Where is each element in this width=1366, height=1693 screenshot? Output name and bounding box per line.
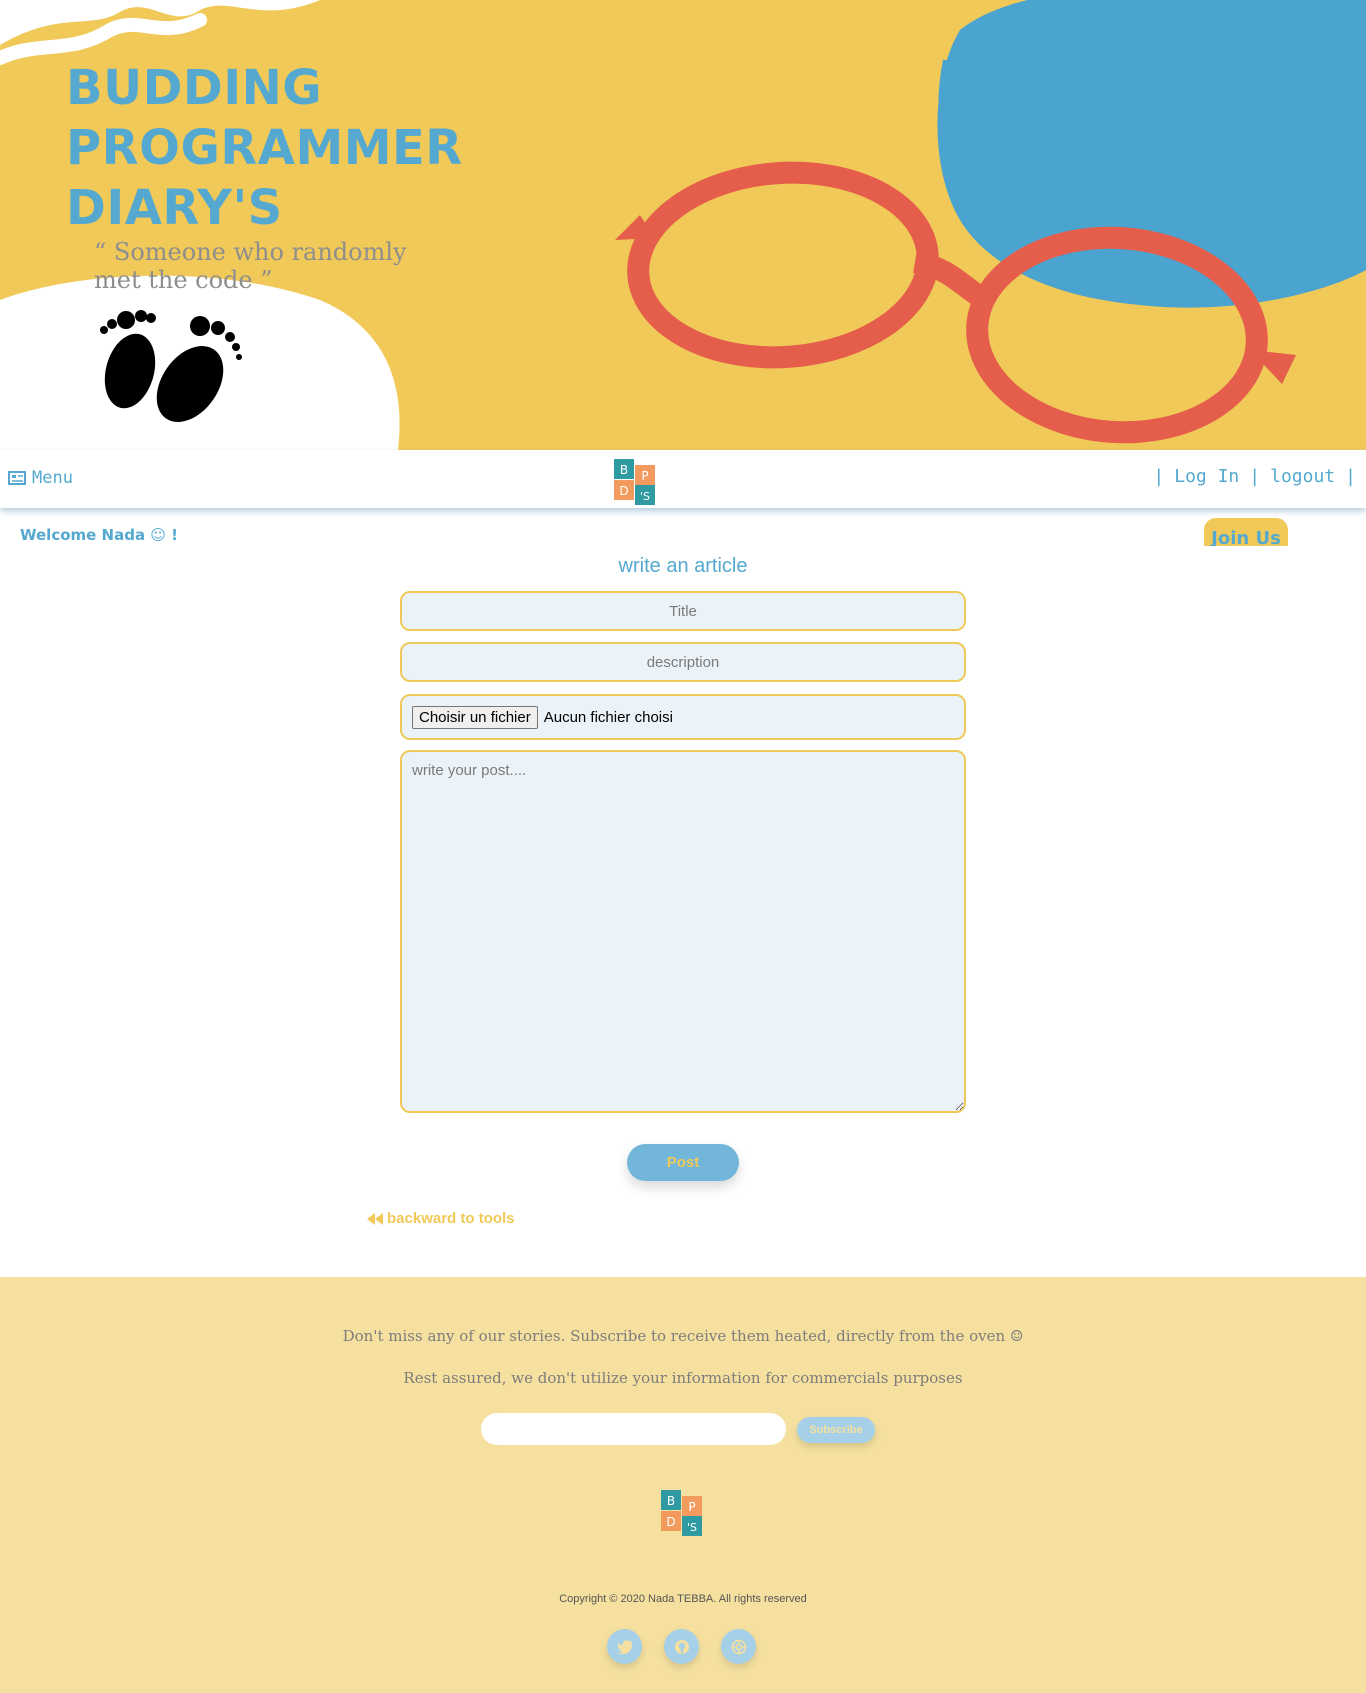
join-us-tab[interactable]: Join Us — [1204, 518, 1288, 546]
github-link[interactable] — [664, 1629, 699, 1664]
separator: | — [1249, 466, 1261, 487]
twitter-link[interactable] — [607, 1629, 642, 1664]
website-icon — [731, 1639, 746, 1654]
logout-link[interactable]: logout — [1270, 466, 1335, 487]
separator: | — [1345, 466, 1356, 487]
newspaper-icon — [8, 471, 26, 485]
logo-letter-d: D — [666, 1515, 675, 1529]
logo-letter-p: P — [688, 1500, 695, 1514]
site-title: BUDDING PROGRAMMER DIARY'S — [66, 60, 463, 236]
file-field: Choisir un fichier Aucun fichier choisi — [400, 694, 966, 740]
copyright-text: Copyright © 2020 Nada TEBBA. All rights … — [559, 1593, 807, 1605]
login-link[interactable]: Log In — [1174, 466, 1239, 487]
privacy-note: Rest assured, we don't utilize your info… — [403, 1369, 963, 1387]
form-title: write an article — [618, 555, 748, 577]
auth-links: | Log In | logout | — [1153, 466, 1356, 487]
site-tagline: “ Someone who randomly met the code ” — [94, 238, 407, 294]
logo-letter-p: P — [641, 469, 648, 483]
logo-letter-s: 'S — [687, 1521, 697, 1534]
github-icon — [674, 1639, 689, 1654]
logo-letter-b: B — [667, 1494, 675, 1508]
website-link[interactable] — [721, 1629, 756, 1664]
fast-backward-icon — [367, 1212, 383, 1225]
file-status: Aucun fichier choisi — [543, 708, 673, 726]
separator: | — [1153, 466, 1165, 487]
logo-letter-d: D — [619, 484, 628, 498]
footer: Don't miss any of our stories. Subscribe… — [0, 1277, 1366, 1693]
footer-logo: B P D 'S — [661, 1490, 702, 1536]
subscribe-button[interactable]: Subscribe — [797, 1417, 875, 1443]
top-navbar: Menu B P D 'S | Log In | logout | — [0, 450, 1366, 508]
footprints-icon — [100, 310, 242, 422]
menu-label: Menu — [32, 468, 73, 488]
choose-file-button[interactable]: Choisir un fichier — [412, 705, 538, 729]
menu-button[interactable]: Menu — [8, 468, 73, 488]
twitter-icon — [616, 1639, 633, 1654]
backward-to-tools-link[interactable]: backward to tools — [367, 1210, 515, 1227]
welcome-message: Welcome Nada ☺ ! — [20, 526, 179, 544]
back-link-label: backward to tools — [387, 1210, 515, 1227]
logo-letter-s: 'S — [640, 490, 650, 503]
subscribe-pitch: Don't miss any of our stories. Subscribe… — [342, 1327, 1024, 1345]
hero-banner: BUDDING PROGRAMMER DIARY'S “ Someone who… — [0, 0, 1366, 450]
bpds-logo[interactable]: B P D 'S — [614, 459, 656, 505]
post-textarea[interactable] — [400, 750, 966, 1113]
title-input[interactable] — [400, 591, 966, 631]
description-input[interactable] — [400, 642, 966, 682]
post-button[interactable]: Post — [627, 1144, 739, 1181]
subscribe-email-input[interactable] — [481, 1413, 786, 1445]
social-links — [607, 1629, 756, 1664]
logo-letter-b: B — [620, 463, 628, 477]
